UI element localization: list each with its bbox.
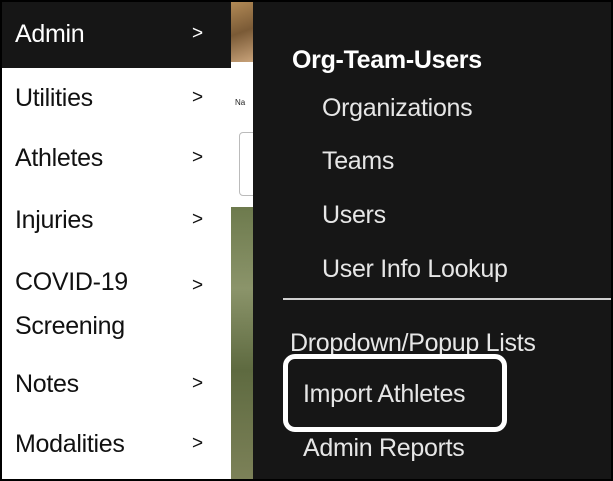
side-menu-item-admin[interactable]: Admin > xyxy=(2,2,231,68)
side-menu-item-label: Utilities xyxy=(15,84,93,112)
side-menu-item-label: Admin xyxy=(15,20,85,48)
chevron-right-icon: > xyxy=(192,373,203,394)
side-menu-item-notes[interactable]: Notes > xyxy=(2,348,231,408)
chevron-right-icon: > xyxy=(192,23,203,44)
side-menu-item-modalities[interactable]: Modalities > xyxy=(2,408,231,479)
highlight-box-import-athletes xyxy=(283,354,507,432)
side-menu-item-covid-screening[interactable]: COVID-19 Screening > xyxy=(2,248,231,348)
side-menu-item-label: Modalities xyxy=(15,430,125,458)
chevron-right-icon: > xyxy=(192,433,203,454)
background-text-fragment: Na xyxy=(235,98,246,107)
flyout-item-organizations[interactable]: Organizations xyxy=(322,94,473,123)
admin-flyout-menu: Org-Team-Users Organizations Teams Users… xyxy=(253,2,611,479)
side-menu-item-label: Athletes xyxy=(15,144,103,172)
side-menu-item-label: COVID-19 xyxy=(15,268,128,296)
flyout-item-user-info-lookup[interactable]: User Info Lookup xyxy=(322,255,508,284)
chevron-right-icon: > xyxy=(192,209,203,230)
background-page-strip: Na xyxy=(231,2,257,479)
side-menu: Admin > Utilities > Athletes > Injuries … xyxy=(2,2,231,479)
side-menu-item-label-line2: Screening xyxy=(15,312,125,340)
side-menu-item-label: Notes xyxy=(15,370,79,398)
chevron-right-icon: > xyxy=(192,87,203,108)
screenshot-frame: Admin > Utilities > Athletes > Injuries … xyxy=(0,0,613,481)
chevron-right-icon: > xyxy=(192,147,203,168)
flyout-group-heading: Org-Team-Users xyxy=(292,46,482,74)
chevron-right-icon: > xyxy=(192,275,203,296)
side-menu-item-utilities[interactable]: Utilities > xyxy=(2,68,231,128)
background-image-field xyxy=(231,207,253,479)
flyout-divider xyxy=(283,298,611,300)
flyout-item-users[interactable]: Users xyxy=(322,201,386,230)
side-menu-item-injuries[interactable]: Injuries > xyxy=(2,188,231,248)
flyout-item-admin-reports[interactable]: Admin Reports xyxy=(303,434,465,463)
side-menu-item-athletes[interactable]: Athletes > xyxy=(2,128,231,188)
side-menu-item-label: Injuries xyxy=(15,206,94,234)
background-photo xyxy=(231,2,253,62)
flyout-item-teams[interactable]: Teams xyxy=(322,147,394,176)
